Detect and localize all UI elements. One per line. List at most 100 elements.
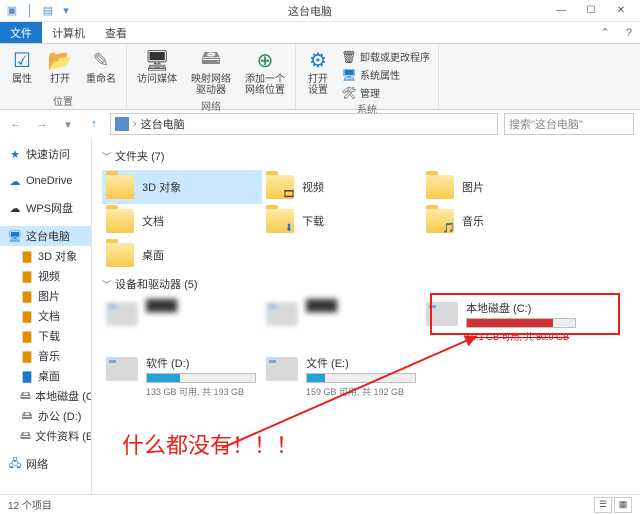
folder-icon: 🎵 (426, 209, 454, 233)
view-icons-button[interactable]: ▦ (614, 497, 632, 513)
sidebar-onedrive[interactable]: ☁OneDrive (0, 172, 91, 190)
drive-item-e[interactable]: 文件 (E:) 159 GB 可用, 共 192 GB (262, 353, 422, 400)
nav-up-button[interactable]: ↑ (84, 114, 104, 134)
sidebar-item[interactable]: ▇3D 对象 (0, 246, 91, 266)
folder-icon: ▇ (20, 329, 34, 343)
system-props-button[interactable]: 🖥 系统属性 (340, 66, 432, 83)
sidebar-item[interactable]: ▇下载 (0, 326, 91, 346)
sidebar-item[interactable]: 🖴本地磁盘 (C:) (0, 386, 91, 406)
qat-dropdown-icon[interactable]: ▾ (58, 3, 74, 19)
drive-icon (106, 357, 138, 381)
sidebar-network[interactable]: 🖧网络 (0, 454, 91, 474)
map-drive-button[interactable]: 🖴 映射网络 驱动器 (187, 46, 235, 98)
sidebar: ★快速访问 ☁OneDrive ☁WPS网盘 🖥这台电脑 ▇3D 对象 ▇视频 … (0, 138, 92, 494)
app-icon: ▣ (4, 3, 20, 19)
tab-computer[interactable]: 计算机 (42, 22, 95, 43)
view-toggle: ☰ ▦ (594, 497, 632, 513)
close-button[interactable]: ✕ (606, 0, 636, 22)
folder-item[interactable]: 🎵音乐 (422, 204, 582, 238)
tab-file[interactable]: 文件 (0, 22, 42, 43)
sidebar-item[interactable]: ▇文档 (0, 306, 91, 326)
sidebar-this-pc[interactable]: 🖥这台电脑 (0, 226, 91, 246)
qat-properties-icon[interactable]: ▤ (40, 3, 56, 19)
rename-icon: ✎ (89, 48, 113, 72)
chevron-icon: › (133, 118, 137, 130)
cloud-icon: ☁ (8, 201, 22, 215)
ribbon-group-network: 🖥 访问媒体 🖴 映射网络 驱动器 ⊕ 添加一个 网络位置 网络 (127, 44, 296, 109)
drive-item-d[interactable]: 软件 (D:) 133 GB 可用, 共 193 GB (102, 353, 262, 400)
drive-item-blurred[interactable]: ████ (262, 298, 422, 345)
add-location-button[interactable]: ⊕ 添加一个 网络位置 (241, 46, 289, 98)
nav-history-button[interactable]: ▾ (58, 114, 78, 134)
folder-item[interactable]: 桌面 (102, 238, 262, 272)
sidebar-item[interactable]: 🖴办公 (D:) (0, 406, 91, 426)
nav-back-button[interactable]: ← (6, 114, 26, 134)
usage-bar (146, 373, 256, 383)
sidebar-quick-access[interactable]: ★快速访问 (0, 144, 91, 164)
folder-icon: ▇ (20, 369, 34, 383)
access-media-button[interactable]: 🖥 访问媒体 (133, 46, 181, 98)
folder-icon: ▇ (20, 349, 34, 363)
window-controls: — ☐ ✕ (546, 0, 636, 22)
ribbon-tabs: 文件 计算机 查看 ⌃ ? (0, 22, 640, 44)
ribbon: ☑ 属性 📂 打开 ✎ 重命名 位置 🖥 访问媒体 🖴 映射网络 驱动器 (0, 44, 640, 110)
sidebar-item[interactable]: ▇图片 (0, 286, 91, 306)
ribbon-group-location: ☑ 属性 📂 打开 ✎ 重命名 位置 (0, 44, 127, 109)
search-input[interactable]: 搜索"这台电脑" (504, 113, 634, 135)
tab-view[interactable]: 查看 (95, 22, 137, 43)
folder-icon (106, 243, 134, 267)
media-icon: 🖥 (145, 48, 169, 72)
folder-item[interactable]: 🎞视频 (262, 170, 422, 204)
view-details-button[interactable]: ☰ (594, 497, 612, 513)
drive-item-c[interactable]: 本地磁盘 (C:) 16.1 GB 可用, 共 80.0 GB (422, 298, 582, 345)
drives-grid: ████ ████ 本地磁盘 (C:) 16.1 GB 可用, 共 80.0 G… (102, 298, 630, 408)
breadcrumb-item[interactable]: 这台电脑 (141, 116, 185, 132)
folder-icon: ▇ (20, 269, 34, 283)
folder-icon: ▇ (20, 249, 34, 263)
folder-item[interactable]: 3D 对象 (102, 170, 262, 204)
open-settings-button[interactable]: ⚙ 打开 设置 (302, 46, 334, 101)
sidebar-item[interactable]: 🖴文件资料 (E:) (0, 426, 91, 446)
map-drive-icon: 🖴 (199, 48, 223, 72)
drive-icon: 🖴 (20, 389, 31, 403)
sidebar-item[interactable]: ▇音乐 (0, 346, 91, 366)
maximize-button[interactable]: ☐ (576, 0, 606, 22)
folder-icon: 🎞 (266, 175, 294, 199)
folder-item[interactable]: 图片 (422, 170, 582, 204)
properties-icon: ☑ (10, 48, 34, 72)
search-placeholder: 搜索"这台电脑" (509, 116, 583, 132)
sidebar-item[interactable]: ▇桌面 (0, 366, 91, 386)
uninstall-button[interactable]: 🗑 卸载或更改程序 (340, 48, 432, 65)
folder-icon: ▇ (20, 309, 34, 323)
cloud-icon: ☁ (8, 174, 22, 188)
drive-icon (426, 302, 458, 326)
drive-icon (266, 357, 298, 381)
drive-item-blurred[interactable]: ████ (102, 298, 262, 345)
ribbon-collapse-button[interactable]: ⌃ (593, 22, 618, 43)
chevron-down-icon: ﹀ (102, 278, 111, 291)
folder-icon (106, 175, 134, 199)
drives-section-header[interactable]: ﹀ 设备和驱动器 (5) (102, 276, 630, 292)
folder-icon (426, 175, 454, 199)
uninstall-icon: 🗑 (342, 50, 356, 64)
group-label-location: 位置 (6, 93, 120, 109)
qat-sep: │ (22, 3, 38, 19)
sidebar-wps[interactable]: ☁WPS网盘 (0, 198, 91, 218)
nav-forward-button[interactable]: → (32, 114, 52, 134)
folder-item[interactable]: ⬇下载 (262, 204, 422, 238)
folders-section-header[interactable]: ﹀ 文件夹 (7) (102, 148, 630, 164)
annotation-text: 什么都没有！！！ (122, 428, 298, 460)
window-title: 这台电脑 (74, 3, 546, 19)
ribbon-help-button[interactable]: ? (618, 22, 640, 43)
minimize-button[interactable]: — (546, 0, 576, 22)
open-button[interactable]: 📂 打开 (44, 46, 76, 93)
drive-icon: 🖴 (20, 429, 31, 443)
properties-button[interactable]: ☑ 属性 (6, 46, 38, 93)
drive-icon (106, 302, 138, 326)
folder-item[interactable]: 文档 (102, 204, 262, 238)
rename-button[interactable]: ✎ 重命名 (82, 46, 120, 93)
breadcrumb[interactable]: › 这台电脑 (110, 113, 498, 135)
sidebar-item[interactable]: ▇视频 (0, 266, 91, 286)
chevron-down-icon: ﹀ (102, 150, 111, 163)
manage-button[interactable]: 🛠 管理 (340, 84, 432, 101)
